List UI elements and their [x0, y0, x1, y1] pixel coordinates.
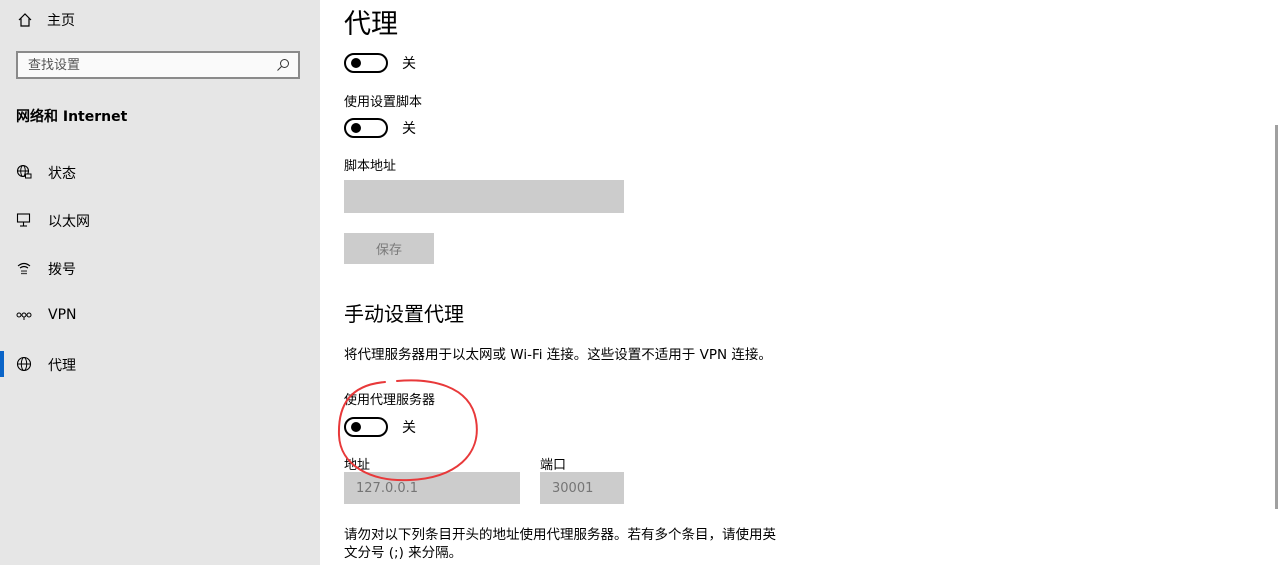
- active-indicator: [0, 351, 4, 377]
- script-address-input[interactable]: [344, 180, 624, 213]
- section-title: 网络和 Internet: [16, 109, 128, 125]
- auto-detect-toggle[interactable]: [344, 53, 388, 73]
- use-proxy-toggle[interactable]: [344, 417, 388, 437]
- manual-proxy-heading: 手动设置代理: [344, 302, 464, 326]
- scrollbar[interactable]: [1275, 125, 1278, 509]
- home-label: 主页: [47, 13, 75, 29]
- page-title: 代理: [344, 9, 398, 40]
- sidebar-item-label: 状态: [48, 166, 76, 182]
- sidebar-item-proxy[interactable]: 代理: [0, 349, 320, 379]
- use-script-toggle[interactable]: [344, 118, 388, 138]
- sidebar-item-label: VPN: [48, 307, 77, 323]
- port-input[interactable]: [540, 472, 624, 504]
- home-icon: [18, 13, 32, 27]
- sidebar-item-label: 代理: [48, 358, 76, 374]
- exceptions-description: 请勿对以下列条目开头的地址使用代理服务器。若有多个条目，请使用英 文分号 (;)…: [344, 526, 776, 562]
- search-box[interactable]: [16, 51, 300, 79]
- sidebar-item-label: 拨号: [48, 262, 76, 278]
- sidebar-item-status[interactable]: 状态: [0, 157, 320, 187]
- ethernet-icon: [16, 213, 31, 227]
- toggle-state-label: 关: [402, 121, 416, 137]
- use-proxy-toggle-row: 关: [344, 417, 416, 437]
- toggle-state-label: 关: [402, 420, 416, 436]
- search-input[interactable]: [28, 57, 258, 73]
- toggle-knob: [351, 58, 361, 68]
- port-label: 端口: [540, 458, 567, 473]
- sidebar-item-dialup[interactable]: 拨号: [0, 253, 320, 283]
- globe-status-icon: [16, 164, 32, 179]
- globe-icon: [16, 356, 32, 372]
- script-address-label: 脚本地址: [344, 159, 397, 174]
- use-script-label: 使用设置脚本: [344, 95, 423, 110]
- save-button[interactable]: 保存: [344, 233, 434, 264]
- toggle-state-label: 关: [402, 56, 416, 72]
- sidebar-item-vpn[interactable]: VPN: [0, 301, 320, 331]
- vpn-icon: [16, 312, 32, 320]
- manual-proxy-description: 将代理服务器用于以太网或 Wi-Fi 连接。这些设置不适用于 VPN 连接。: [344, 347, 772, 363]
- address-label: 地址: [344, 458, 371, 473]
- home-nav-item[interactable]: 主页: [17, 8, 75, 32]
- dialup-icon: [17, 262, 31, 275]
- use-script-toggle-row: 关: [344, 118, 416, 138]
- toggle-knob: [351, 123, 361, 133]
- toggle-knob: [351, 422, 361, 432]
- use-proxy-label: 使用代理服务器: [344, 393, 436, 408]
- sidebar: 主页 网络和 Internet 状态 以太网: [0, 0, 320, 565]
- exceptions-description-line1: 请勿对以下列条目开头的地址使用代理服务器。若有多个条目，请使用英: [344, 527, 776, 543]
- auto-detect-toggle-row: 关: [344, 53, 416, 73]
- sidebar-item-label: 以太网: [48, 214, 90, 230]
- address-input[interactable]: [344, 472, 520, 504]
- main-content: 代理 关 使用设置脚本 关 脚本地址 保存 手动设置代理 将代理服务器用于以太网…: [344, 0, 1274, 565]
- sidebar-item-ethernet[interactable]: 以太网: [0, 205, 320, 235]
- search-icon[interactable]: [276, 58, 290, 72]
- exceptions-description-line2: 文分号 (;) 来分隔。: [344, 545, 463, 561]
